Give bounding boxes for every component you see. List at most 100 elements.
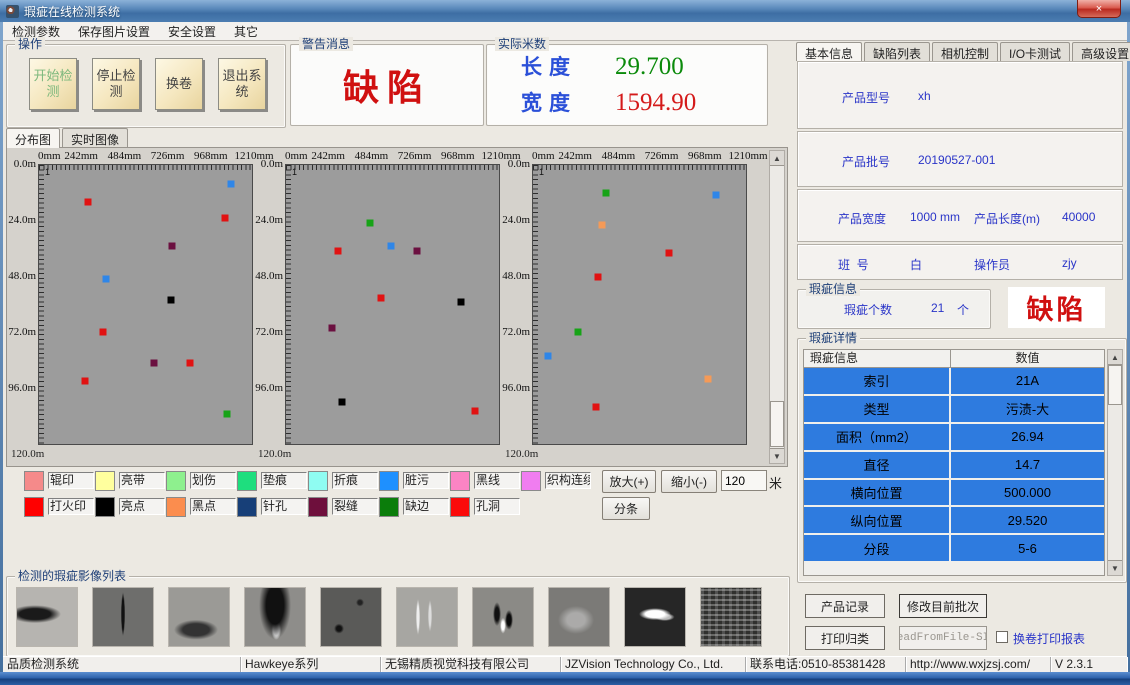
defect-point[interactable] bbox=[599, 222, 606, 229]
y-tick: 120.0m bbox=[11, 448, 44, 460]
defect-point[interactable] bbox=[388, 243, 395, 250]
meter-range-input[interactable] bbox=[721, 470, 767, 491]
print-classify-button[interactable]: 打印归类 bbox=[805, 626, 885, 650]
defect-point[interactable] bbox=[666, 250, 673, 257]
scroll-up-icon[interactable]: ▲ bbox=[770, 151, 784, 166]
tab-right-3[interactable]: I/O卡测试 bbox=[1000, 42, 1070, 61]
defect-thumbnail-2[interactable] bbox=[168, 587, 230, 647]
defect-point[interactable] bbox=[224, 410, 231, 417]
defect-point[interactable] bbox=[168, 296, 175, 303]
close-button[interactable]: × bbox=[1077, 0, 1121, 18]
scatter-panel-3: 0mm242mm484mm726mm968mm1210mm0.0m24.0m48… bbox=[503, 150, 749, 466]
table-row[interactable]: 横向位置500.000 bbox=[804, 480, 1104, 508]
defect-point[interactable] bbox=[574, 329, 581, 336]
windows-taskbar[interactable] bbox=[0, 672, 1130, 685]
defect-thumbnail-7[interactable] bbox=[548, 587, 610, 647]
x-tick: 484mm bbox=[108, 150, 142, 162]
defect-thumbnail-1[interactable] bbox=[92, 587, 154, 647]
legend-label: 亮点 bbox=[119, 498, 165, 515]
table-row[interactable]: 纵向位置29.520 bbox=[804, 507, 1104, 535]
defect-point[interactable] bbox=[595, 273, 602, 280]
defect-point[interactable] bbox=[228, 180, 235, 187]
table-scroll-thumb[interactable] bbox=[1108, 365, 1122, 405]
tab-right-4[interactable]: 高级设置 bbox=[1072, 42, 1130, 61]
defect-point[interactable] bbox=[100, 329, 107, 336]
change-roll-button[interactable]: 换卷 bbox=[155, 58, 203, 110]
legend-item: 孔洞 bbox=[450, 496, 521, 517]
zoom-in-button[interactable]: 放大(+) bbox=[602, 470, 656, 493]
table-row[interactable]: 类型污渍-大 bbox=[804, 396, 1104, 424]
menu-item-2[interactable]: 安全设置 bbox=[159, 23, 225, 40]
tab-left-1[interactable]: 实时图像 bbox=[62, 128, 128, 148]
defect-point[interactable] bbox=[367, 220, 374, 227]
legend-label: 划伤 bbox=[190, 472, 236, 489]
tab-right-1[interactable]: 缺陷列表 bbox=[864, 42, 930, 61]
defect-point[interactable] bbox=[82, 378, 89, 385]
plot-scroll-thumb[interactable] bbox=[770, 401, 784, 447]
menu-bar: 检测参数保存图片设置安全设置其它 bbox=[3, 22, 1127, 41]
defect-thumbnail-4[interactable] bbox=[320, 587, 382, 647]
table-row[interactable]: 索引21A bbox=[804, 368, 1104, 396]
exit-system-button[interactable]: 退出系统 bbox=[218, 58, 266, 110]
split-strips-button[interactable]: 分条 bbox=[602, 497, 650, 520]
stop-detect-button[interactable]: 停止检测 bbox=[92, 58, 140, 110]
scroll-down-icon[interactable]: ▼ bbox=[1108, 560, 1122, 575]
product-field-value: zjy bbox=[1062, 256, 1077, 270]
legend-label: 脏污 bbox=[403, 472, 449, 489]
defect-point[interactable] bbox=[602, 189, 609, 196]
y-tick: 120.0m bbox=[258, 448, 291, 460]
table-vertical-scrollbar[interactable]: ▲ ▼ bbox=[1107, 349, 1123, 576]
menu-item-3[interactable]: 其它 bbox=[225, 23, 267, 40]
defect-point[interactable] bbox=[151, 359, 158, 366]
defect-point[interactable] bbox=[593, 403, 600, 410]
defect-point[interactable] bbox=[169, 243, 176, 250]
defect-point[interactable] bbox=[414, 248, 421, 255]
defect-thumbnails bbox=[7, 577, 789, 647]
print-report-checkbox[interactable] bbox=[996, 631, 1008, 643]
scroll-down-icon[interactable]: ▼ bbox=[770, 448, 784, 463]
defect-thumbnail-8[interactable] bbox=[624, 587, 686, 647]
defect-point[interactable] bbox=[712, 192, 719, 199]
defect-point[interactable] bbox=[338, 399, 345, 406]
start-detect-button[interactable]: 开始检测 bbox=[29, 58, 77, 110]
status-segment-1: Hawkeye系列 bbox=[241, 657, 381, 672]
defect-thumbnail-0[interactable] bbox=[16, 587, 78, 647]
defect-thumbnail-5[interactable] bbox=[396, 587, 458, 647]
defect-thumbnail-9[interactable] bbox=[700, 587, 762, 647]
legend-swatch bbox=[166, 497, 186, 517]
defect-point[interactable] bbox=[103, 275, 110, 282]
defect-point[interactable] bbox=[378, 294, 385, 301]
table-row[interactable]: 面积（mm2）26.94 bbox=[804, 424, 1104, 452]
defect-point[interactable] bbox=[186, 359, 193, 366]
defect-point[interactable] bbox=[335, 248, 342, 255]
defect-thumbnail-6[interactable] bbox=[472, 587, 534, 647]
legend-swatch bbox=[237, 497, 257, 517]
defect-point[interactable] bbox=[84, 199, 91, 206]
legend-item: 打火印 bbox=[24, 496, 95, 517]
table-row[interactable]: 分段5-6 bbox=[804, 535, 1104, 563]
product-record-button[interactable]: 产品记录 bbox=[805, 594, 885, 618]
read-from-file-button[interactable]: ReadFromFile-SIM bbox=[899, 626, 987, 650]
defect-thumbnail-3[interactable] bbox=[244, 587, 306, 647]
tab-right-2[interactable]: 相机控制 bbox=[932, 42, 998, 61]
modify-batch-button[interactable]: 修改目前批次 bbox=[899, 594, 987, 618]
legend-swatch bbox=[450, 471, 470, 491]
meter-value: 29.700 bbox=[615, 53, 684, 81]
tab-left-0[interactable]: 分布图 bbox=[6, 128, 60, 148]
legend-swatch bbox=[521, 471, 541, 491]
defect-point[interactable] bbox=[457, 299, 464, 306]
legend-swatch bbox=[166, 471, 186, 491]
zoom-out-button[interactable]: 缩小(-) bbox=[661, 470, 717, 493]
defect-point[interactable] bbox=[545, 352, 552, 359]
defect-point[interactable] bbox=[329, 324, 336, 331]
scroll-up-icon[interactable]: ▲ bbox=[1108, 350, 1122, 365]
tab-right-0[interactable]: 基本信息 bbox=[796, 42, 862, 61]
menu-item-1[interactable]: 保存图片设置 bbox=[69, 23, 159, 40]
defect-point[interactable] bbox=[222, 215, 229, 222]
legend-label: 垫痕 bbox=[261, 472, 307, 489]
defect-detail-group: 瑕疵详情 瑕疵信息 数值 索引21A类型污渍-大面积（mm2）26.94直径14… bbox=[797, 338, 1127, 583]
defect-point[interactable] bbox=[705, 375, 712, 382]
table-row[interactable]: 直径14.7 bbox=[804, 452, 1104, 480]
plot-vertical-scrollbar[interactable]: ▲ ▼ bbox=[769, 150, 785, 464]
defect-point[interactable] bbox=[471, 408, 478, 415]
